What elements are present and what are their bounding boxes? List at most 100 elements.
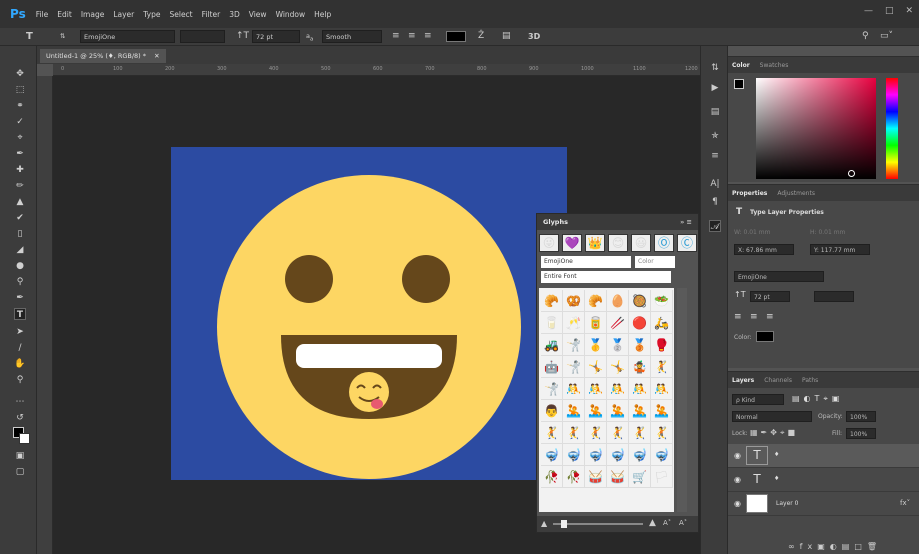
screen-mode-icon[interactable]: ▢ — [14, 466, 26, 478]
tab-properties[interactable]: Properties — [732, 190, 767, 197]
visibility-eye-icon[interactable]: ◉ — [734, 451, 741, 460]
x-position-field[interactable]: X: 67.86 mm — [734, 244, 794, 255]
glyph-cell[interactable]: 🤖 — [541, 356, 563, 378]
recent-glyph[interactable]: 💜 — [562, 234, 582, 252]
align-center-icon[interactable]: ≡ — [408, 30, 416, 43]
visibility-eye-icon[interactable]: ◉ — [734, 499, 741, 508]
glyph-cell[interactable]: 🥂 — [563, 312, 585, 334]
glyph-cell[interactable]: 🤺 — [541, 378, 563, 400]
document-canvas[interactable] — [171, 147, 567, 480]
glyph-cell[interactable]: 🥁 — [607, 466, 629, 488]
eyedropper-tool-icon[interactable]: ✒ — [14, 148, 26, 160]
libraries-icon[interactable]: ▤ — [709, 106, 721, 118]
line-tool-icon[interactable]: ∕ — [14, 342, 26, 354]
layers-footer-icons[interactable]: ∞fx▣◐▤□🗑 — [788, 542, 882, 551]
close-tab-icon[interactable]: ✕ — [154, 52, 159, 60]
color-field[interactable] — [756, 78, 876, 179]
healing-tool-icon[interactable]: ✚ — [14, 164, 26, 176]
font-size-decrease-icon[interactable]: A˃ — [663, 519, 671, 527]
glyph-cell[interactable]: 🤾 — [541, 422, 563, 444]
layer-row[interactable]: ◉ Layer 0 fx˅ — [728, 492, 919, 516]
glyph-cell[interactable]: 🤼 — [585, 378, 607, 400]
glyph-cell[interactable]: 🥐 — [541, 290, 563, 312]
font-style-select[interactable] — [180, 30, 225, 43]
glyph-cell[interactable]: 🤿 — [563, 444, 585, 466]
antialias-select[interactable]: Smooth — [322, 30, 382, 43]
align-right-icon[interactable]: ≡ — [424, 30, 432, 43]
glyph-cell[interactable]: 🥨 — [563, 290, 585, 312]
glyph-cell[interactable]: 🥁 — [585, 466, 607, 488]
glyphs-icon[interactable]: 𝒜 — [709, 220, 721, 232]
tab-layers[interactable]: Layers — [732, 377, 754, 384]
align-left-icon[interactable]: ≡ — [734, 312, 742, 322]
gradient-tool-icon[interactable]: ◢ — [14, 244, 26, 256]
glyph-cell[interactable]: 🤽 — [651, 400, 673, 422]
menu-edit[interactable]: Edit — [57, 10, 72, 19]
brush-presets-icon[interactable]: ✯ — [709, 130, 721, 142]
glyph-size-handle[interactable] — [561, 520, 567, 528]
character-icon[interactable]: A| — [709, 178, 721, 190]
glyph-cell[interactable]: 🤼 — [563, 378, 585, 400]
menu-3d[interactable]: 3D — [229, 10, 240, 19]
glyph-cell[interactable]: 🤾 — [651, 356, 673, 378]
font-size-increase-icon[interactable]: A˃ — [679, 519, 687, 527]
character-panel-icon[interactable]: ▤ — [502, 30, 511, 43]
glyph-cell[interactable]: 🛒 — [629, 466, 651, 488]
glyph-cell[interactable]: 🥛 — [541, 312, 563, 334]
glyph-cell[interactable]: 🤾 — [629, 422, 651, 444]
glyph-scrollbar[interactable] — [677, 288, 687, 512]
quick-mask-icon[interactable]: ▣ — [14, 450, 26, 462]
tab-paths[interactable]: Paths — [802, 377, 818, 384]
crop-tool-icon[interactable]: ⌖ — [14, 132, 26, 144]
glyph-show-select[interactable]: Entire Font — [541, 271, 671, 283]
glyph-cell[interactable]: 🤽 — [563, 400, 585, 422]
3d-icon[interactable]: 3D — [528, 30, 540, 43]
close-icon[interactable]: ✕ — [905, 6, 913, 16]
glyph-cell[interactable]: 🤼 — [629, 378, 651, 400]
minimize-icon[interactable]: — — [864, 6, 873, 16]
dodge-tool-icon[interactable]: ⚲ — [14, 276, 26, 288]
tab-adjustments[interactable]: Adjustments — [777, 190, 815, 197]
fill-field[interactable]: 100% — [846, 428, 876, 439]
lasso-tool-icon[interactable]: ⚭ — [14, 100, 26, 112]
menu-filter[interactable]: Filter — [202, 10, 221, 19]
document-tab[interactable]: Untitled-1 @ 25% (♦, RGB/8) * ✕ — [40, 49, 166, 63]
align-center-icon[interactable]: ≡ — [750, 312, 758, 322]
menu-help[interactable]: Help — [314, 10, 331, 19]
glyph-cell[interactable]: 🥀 — [563, 466, 585, 488]
y-position-field[interactable]: Y: 117.77 mm — [810, 244, 870, 255]
menu-image[interactable]: Image — [81, 10, 105, 19]
menu-view[interactable]: View — [249, 10, 267, 19]
path-select-tool-icon[interactable]: ➤ — [14, 326, 26, 338]
recent-glyph[interactable]: 😃 — [631, 234, 651, 252]
type-tool-icon[interactable]: T — [26, 30, 33, 43]
history-brush-tool-icon[interactable]: ✔ — [14, 212, 26, 224]
glyph-cell[interactable]: 🥫 — [585, 312, 607, 334]
align-right-icon[interactable]: ≡ — [766, 312, 774, 322]
opacity-field[interactable]: 100% — [846, 411, 876, 422]
properties-font-select[interactable]: EmojiOne — [734, 271, 824, 282]
font-size-select[interactable]: 72 pt — [252, 30, 300, 43]
swap-colors-icon[interactable]: ↺ — [14, 412, 26, 424]
menu-window[interactable]: Window — [276, 10, 306, 19]
move-tool-icon[interactable]: ✥ — [14, 68, 26, 80]
glyph-cell[interactable]: 🤼 — [607, 378, 629, 400]
quick-select-tool-icon[interactable]: ✓ — [14, 116, 26, 128]
text-color-swatch[interactable] — [446, 31, 466, 42]
glyph-cell[interactable]: 🥀 — [541, 466, 563, 488]
recent-glyph[interactable]: 😊 — [608, 234, 628, 252]
recent-glyph[interactable]: Ⓒ — [677, 234, 697, 252]
glyph-font-select[interactable]: EmojiOne — [541, 256, 631, 268]
hue-slider[interactable] — [886, 78, 898, 179]
lock-icons[interactable]: ▦✒✥⌖■ — [750, 428, 798, 438]
glyph-cell[interactable]: 🤿 — [585, 444, 607, 466]
small-glyph-icon[interactable]: ▲ — [541, 519, 547, 528]
glyph-cell[interactable]: 🤾 — [607, 422, 629, 444]
glyph-cell[interactable]: 🥚 — [607, 290, 629, 312]
glyph-cell[interactable]: 🤾 — [651, 422, 673, 444]
glyph-cell[interactable]: 🤽 — [585, 400, 607, 422]
color-picker-handle[interactable] — [848, 170, 855, 177]
glyph-cell[interactable]: 🤺 — [563, 356, 585, 378]
layer-row[interactable]: ◉ T ♦ — [728, 444, 919, 468]
glyph-cell[interactable]: 🥗 — [651, 290, 673, 312]
